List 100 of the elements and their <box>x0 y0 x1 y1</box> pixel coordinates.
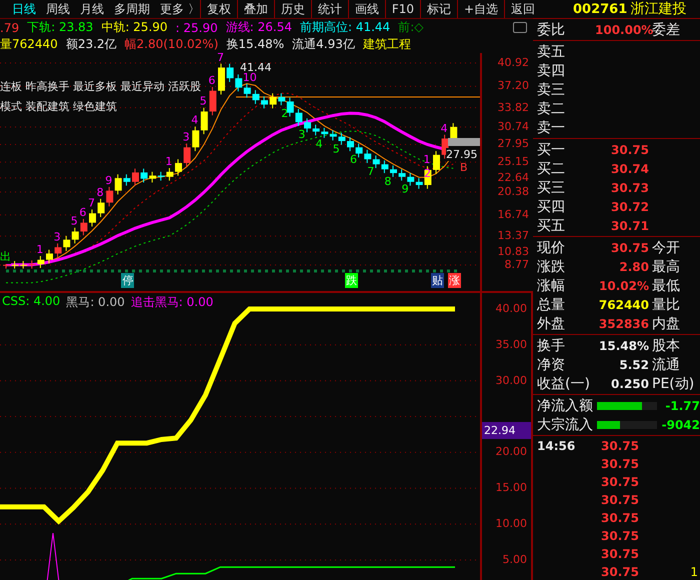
value-axis-label: 35.00 <box>496 338 527 351</box>
bid-price: 30.72 <box>610 200 649 214</box>
stat-label: 外盘 <box>536 314 566 332</box>
indicator-legend: 追击黑马: 0.00 <box>130 294 214 311</box>
value-axis-label: 5.00 <box>502 552 527 566</box>
concept-tags: 模式 装配建筑 绿色建筑 <box>0 99 117 114</box>
stat-value: 10.02% <box>598 278 649 292</box>
indicator-value: 下轨: 23.83 <box>27 19 94 36</box>
signal-badge: 涨 <box>448 273 462 288</box>
tick-price: 30.75 <box>601 475 640 489</box>
stat-label: 涨跌 <box>536 258 566 276</box>
buy-signal-label: B <box>460 161 468 174</box>
candle-count-label: 5 <box>200 94 207 108</box>
quote-value: 额23.2亿 <box>66 36 117 53</box>
indicator-value: 前期高位: 41.44 <box>300 19 390 36</box>
candle-count-label: 2 <box>281 107 288 120</box>
candle-count-label: 1 <box>165 155 172 168</box>
period-tab[interactable]: 多周期 <box>114 0 150 18</box>
period-tab[interactable]: 日线 <box>12 0 36 18</box>
stat-label: 量比 <box>651 296 680 314</box>
stat-label: 换手 <box>536 336 566 354</box>
tick-price: 30.75 <box>601 547 640 561</box>
signal-label: 出 <box>0 249 11 264</box>
bid-price: 30.71 <box>610 218 649 232</box>
quote-value: 建筑工程 <box>362 36 411 53</box>
value-axis-label: 10.00 <box>496 517 527 530</box>
stat-label: 涨幅 <box>536 276 566 294</box>
signal-badge: 跌 <box>345 273 358 288</box>
candle-count-label: 5 <box>332 142 340 156</box>
stat-value: 2.80 <box>618 260 649 274</box>
quote-value: 换15.48% <box>226 36 284 53</box>
stat-value: 762440 <box>598 298 649 312</box>
ask-label: 卖一 <box>536 118 566 136</box>
ask-label: 卖三 <box>536 80 566 98</box>
stat-label: 今开 <box>651 238 680 256</box>
candle-count-label: 4 <box>440 122 448 135</box>
value-axis-label: 40.00 <box>496 302 527 315</box>
candle-count-label: 5 <box>70 214 78 228</box>
candle-count-label: 4 <box>191 114 198 127</box>
concept-tags: 连板 昨高换手 最近多板 最近异动 活跃股 <box>0 79 201 94</box>
price-axis-label: 30.74 <box>498 120 529 133</box>
flow-label: 大宗流入 <box>536 416 594 434</box>
period-tab[interactable]: 月线 <box>80 0 104 18</box>
quote-value: 幅2.80(10.02%) <box>124 36 218 53</box>
price-axis-label: 13.37 <box>498 229 529 242</box>
price-axis-label: 27.95 <box>498 137 529 150</box>
value-axis-label: 15.00 <box>496 481 527 494</box>
candle-count-label: 8 <box>384 175 392 188</box>
indicator-legend: 黑马: 0.00 <box>66 294 125 311</box>
indicator-value: : 25.90 <box>176 20 218 34</box>
indicator-value: .79 <box>0 20 20 34</box>
ask-label: 卖五 <box>536 42 566 60</box>
quote-value: 流通4.93亿 <box>292 36 355 53</box>
window-toggle-icon[interactable] <box>513 22 527 33</box>
period-tab[interactable]: 周线 <box>46 0 70 18</box>
candle-count-label: 7 <box>367 165 374 178</box>
stat-value: 352836 <box>598 316 649 330</box>
last-price-label: 27.95 <box>446 148 478 161</box>
candle-count-label: 6 <box>350 153 357 166</box>
signal-badge: 贴 <box>431 273 444 288</box>
candle-count-label: 1 <box>36 243 44 256</box>
stat-value: 15.48% <box>598 338 649 352</box>
bid-label: 买一 <box>536 140 566 158</box>
stat-label: 股本 <box>651 336 680 354</box>
candle-count-label: 3 <box>182 130 190 144</box>
tick-price: 30.75 <box>601 439 640 453</box>
bid-label: 买三 <box>536 178 566 196</box>
candle-count-label: 2 <box>424 167 431 180</box>
price-axis-label: 37.20 <box>498 79 529 92</box>
candle-count-label: 1 <box>423 153 430 166</box>
candle-count-label: 6 <box>208 74 216 87</box>
flow-label: 净流入额 <box>536 396 594 414</box>
tick-time: 14:56 <box>536 439 576 453</box>
stat-label: 现价 <box>536 238 566 256</box>
stat-label: 总量 <box>536 296 566 314</box>
candle-count-label: 3 <box>298 128 306 141</box>
stat-value: 30.75 <box>610 240 649 254</box>
candle-count-label: 7 <box>217 53 224 64</box>
price-axis-label: 16.74 <box>498 208 529 221</box>
value-axis-label: 30.00 <box>496 374 527 387</box>
stat-label: 委差 <box>652 20 680 38</box>
price-axis-label: 10.83 <box>498 245 529 258</box>
value-axis-label: 20.00 <box>496 445 527 458</box>
indicator-value: 中轨: 25.90 <box>101 19 168 36</box>
stat-label: 最低 <box>651 276 680 294</box>
current-value-label: 22.94 <box>482 422 531 440</box>
stock-code: 002761 <box>573 2 628 16</box>
ask-label: 卖二 <box>536 100 566 118</box>
signal-badge: 停 <box>121 273 134 288</box>
stat-label: PE(动) <box>651 374 694 392</box>
indicator-value: 游线: 26.54 <box>226 19 292 36</box>
period-tab[interactable]: 更多 〉 <box>160 0 200 18</box>
tick-price: 30.75 <box>601 565 640 579</box>
stat-label: 委比 <box>536 20 566 38</box>
price-axis-label: 33.82 <box>498 100 529 114</box>
tick-price: 30.75 <box>601 457 640 471</box>
candle-count-label: 6 <box>79 206 86 219</box>
quote-value: 量762440 <box>0 36 58 53</box>
candle-count-label: 7 <box>88 196 95 210</box>
stat-label: 收益(一) <box>536 374 591 392</box>
